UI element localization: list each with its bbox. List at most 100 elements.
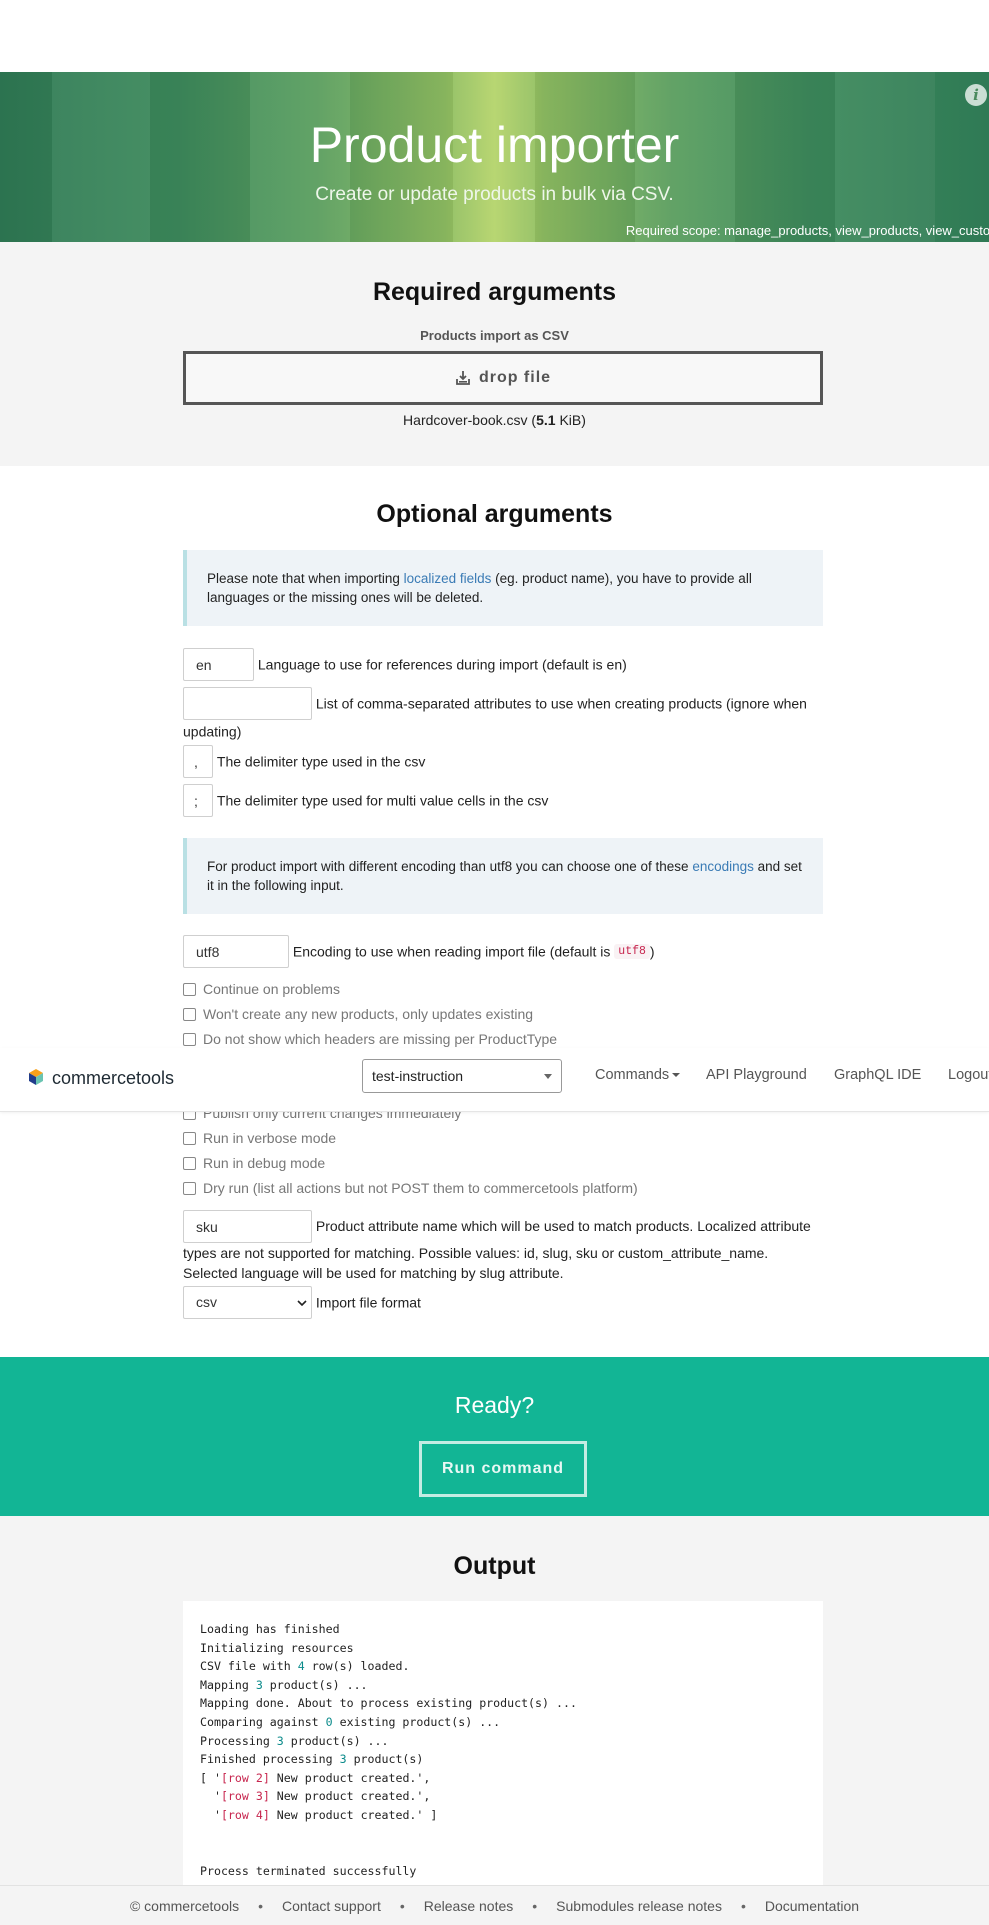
hero-banner: Product importer Create or update produc… [0,72,989,242]
project-select[interactable]: test-instruction [362,1059,562,1093]
project-select-value: test-instruction [372,1068,464,1084]
file-name: Hardcover-book.csv [403,412,528,428]
csv-delimiter-input[interactable] [183,745,213,778]
top-navbar: commercetools test-instruction Commands … [0,1048,989,1112]
console-line: Mapping done. About to process existing … [200,1696,577,1711]
hide-missing-headers-checkbox[interactable] [183,1032,196,1046]
footer-contact-support[interactable]: Contact support [282,1898,381,1914]
match-by-input[interactable] [183,1210,312,1243]
debug-checkbox[interactable] [183,1156,196,1170]
format-label: Import file format [315,1294,421,1311]
page-title: Product importer [309,117,680,173]
console-line: Processing 3 product(s) ... [200,1733,389,1748]
required-arguments-section: Required arguments Products import as CS… [0,242,989,466]
footer-submodules-release-notes[interactable]: Submodules release notes [556,1898,722,1914]
footer-documentation[interactable]: Documentation [765,1898,859,1914]
match-by-option: Product attribute name which will be use… [183,1210,823,1283]
console-line: CSV file with 4 row(s) loaded. [200,1659,410,1674]
update-only-checkbox[interactable] [183,1007,196,1021]
page-subtitle: Create or update products in bulk via CS… [315,184,674,205]
continue-on-problems-checkbox[interactable] [183,982,196,996]
footer-separator: • [258,1897,263,1914]
console-line: Loading has finished [200,1622,340,1636]
footer-copyright: © commercetools [129,1897,240,1914]
format-select[interactable]: csv [183,1286,312,1319]
console-line: Initializing resources [200,1640,354,1655]
footer-separator: • [532,1897,538,1914]
checkbox-label: Won't create any new products, only upda… [203,1006,534,1022]
checkbox-label: Do not show which headers are missing pe… [203,1031,558,1047]
language-option: Language to use for references during im… [183,648,823,681]
required-arguments-title: Required arguments [372,278,617,306]
chevron-down-icon [544,1074,552,1079]
file-size-unit: KiB [559,412,582,428]
nav-commands[interactable]: Commands [595,1067,681,1083]
console-line: '[row 4] New product created.' ] [200,1807,438,1822]
output-title: Output [453,1552,536,1580]
verbose-option: Run in verbose mode [183,1130,336,1146]
console-line: [ '[row 2] New product created.', [200,1770,431,1785]
localized-fields-link[interactable]: localized fields [404,571,492,586]
hide-missing-headers-option: Do not show which headers are missing pe… [183,1031,557,1047]
ready-title: Ready? [454,1392,535,1418]
drop-file-button[interactable]: drop file [183,351,823,405]
nav-commands-label: Commands [595,1067,670,1083]
output-section: Output Loading has finished Initializing … [0,1516,989,1925]
csv-delimiter-label: The delimiter type used in the csv [216,753,426,770]
optional-arguments-title: Optional arguments [376,500,613,528]
footer-release-notes[interactable]: Release notes [424,1898,514,1914]
logo-text: commercetools [52,1067,175,1088]
attributes-option: List of comma-separated attributes to us… [183,687,823,741]
drop-file-label: drop file [478,369,552,386]
csv-delimiter-option: The delimiter type used in the csv [183,745,823,778]
dry-run-option: Dry run (list all actions but not POST t… [183,1180,638,1196]
encoding-label-close: ) [649,943,655,960]
multi-delimiter-input[interactable] [183,784,213,817]
encodings-link[interactable]: encodings [692,859,754,874]
verbose-checkbox[interactable] [183,1131,196,1145]
checkbox-label: Continue on problems [203,981,340,997]
nav-api-playground[interactable]: API Playground [706,1067,807,1083]
note-text: Please note that when importing [207,571,404,586]
run-command-button[interactable]: Run command [419,1441,587,1497]
console-blank [200,1825,806,1844]
console-line: Finished processing 3 product(s) [200,1752,424,1767]
multi-delimiter-option: The delimiter type used for multi value … [183,784,823,817]
file-size: 5.1 [536,412,556,428]
language-input[interactable] [183,648,254,681]
required-scope: Required scope: manage_products, view_pr… [625,223,989,238]
nav-logout[interactable]: Logout [948,1067,989,1083]
output-console: Loading has finished Initializing resourc… [183,1601,823,1891]
encoding-note: For product import with different encodi… [183,838,823,914]
note-text: For product import with different encodi… [207,859,693,874]
chevron-down-icon [672,1073,681,1078]
encoding-label: Encoding to use when reading import file… [292,943,615,960]
console-line: '[row 3] New product created.', [200,1789,431,1804]
checkbox-label: Run in verbose mode [203,1130,337,1146]
encoding-input[interactable] [183,935,289,968]
selected-file-info: Hardcover-book.csv (5.1 KiB) [403,412,586,428]
logo[interactable]: commercetools [26,1067,174,1089]
console-blank [200,1843,806,1862]
localized-fields-note: Please note that when importing localize… [183,550,823,626]
encoding-default-code: utf8 [614,943,650,959]
footer-separator: • [399,1897,405,1914]
csv-upload-label: Products import as CSV [420,328,569,343]
console-line: Comparing against 0 existing product(s) … [200,1714,501,1729]
footer: © commercetools • Contact support • Rele… [0,1885,989,1925]
debug-option: Run in debug mode [183,1155,325,1171]
info-icon[interactable]: i [965,84,987,106]
continue-on-problems-option: Continue on problems [183,981,340,997]
nav-graphql-ide[interactable]: GraphQL IDE [834,1067,921,1083]
attributes-input[interactable] [183,687,312,720]
ready-section: Ready? Run command [0,1357,989,1516]
console-line: Mapping 3 product(s) ... [200,1677,368,1692]
footer-separator: • [740,1897,746,1914]
format-option: csv Import file format [183,1286,823,1319]
multi-delimiter-label: The delimiter type used for multi value … [216,792,549,809]
dry-run-checkbox[interactable] [183,1181,196,1195]
checkbox-label: Run in debug mode [203,1155,326,1171]
language-label: Language to use for references during im… [257,656,627,673]
update-only-option: Won't create any new products, only upda… [183,1006,533,1022]
commercetools-logo-icon [29,1069,43,1085]
